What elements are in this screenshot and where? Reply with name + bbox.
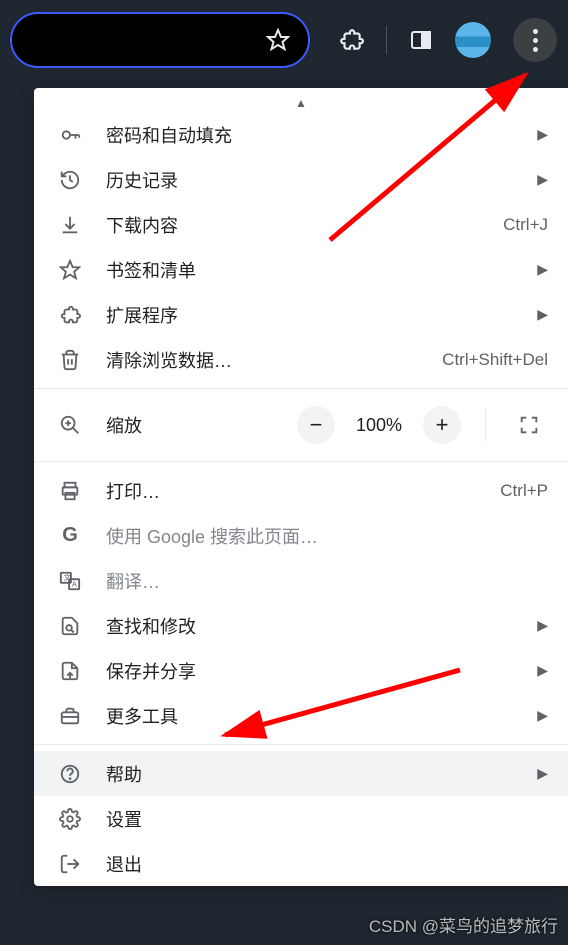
menu-item-passwords[interactable]: 密码和自动填充 ▶	[34, 112, 568, 157]
submenu-arrow-icon: ▶	[537, 662, 548, 679]
more-menu-button[interactable]	[513, 18, 557, 62]
menu-label: 更多工具	[106, 703, 501, 729]
menu-label: 帮助	[106, 761, 501, 787]
menu-item-extensions[interactable]: 扩展程序 ▶	[34, 292, 568, 337]
fullscreen-button[interactable]	[510, 406, 548, 444]
menu-item-history[interactable]: 历史记录 ▶	[34, 157, 568, 202]
menu-shortcut: Ctrl+Shift+Del	[442, 350, 548, 370]
menu-item-settings[interactable]: 设置	[34, 796, 568, 841]
exit-icon	[58, 852, 82, 876]
menu-label: 扩展程序	[106, 302, 501, 328]
menu-label: 翻译…	[106, 568, 548, 594]
svg-text:文: 文	[64, 573, 72, 582]
menu-item-bookmarks[interactable]: 书签和清单 ▶	[34, 247, 568, 292]
chrome-main-menu: ▲ 密码和自动填充 ▶ 历史记录 ▶ 下载内容 Ctrl+J 书签和清单 ▶ 扩…	[34, 88, 568, 886]
submenu-arrow-icon: ▶	[537, 261, 548, 278]
menu-item-print[interactable]: 打印… Ctrl+P	[34, 468, 568, 513]
svg-text:A: A	[72, 579, 77, 588]
menu-item-downloads[interactable]: 下载内容 Ctrl+J	[34, 202, 568, 247]
download-icon	[58, 213, 82, 237]
toolbar-separator	[386, 26, 387, 54]
menu-item-save-share[interactable]: 保存并分享 ▶	[34, 648, 568, 693]
zoom-in-icon	[58, 413, 82, 437]
menu-item-more-tools[interactable]: 更多工具 ▶	[34, 693, 568, 738]
menu-item-exit[interactable]: 退出	[34, 841, 568, 886]
menu-label: 书签和清单	[106, 257, 501, 283]
submenu-arrow-icon: ▶	[537, 617, 548, 634]
menu-label: 查找和修改	[106, 613, 501, 639]
translate-icon: 文A	[58, 569, 82, 593]
toolbar-actions	[338, 18, 557, 62]
star-icon	[58, 258, 82, 282]
omnibox[interactable]	[10, 12, 310, 68]
bookmark-star-icon[interactable]	[266, 28, 290, 52]
menu-item-translate[interactable]: 文A 翻译…	[34, 558, 568, 603]
toolbox-icon	[58, 704, 82, 728]
menu-label: 打印…	[106, 478, 476, 504]
menu-divider	[34, 744, 568, 745]
menu-label: 退出	[106, 851, 548, 877]
file-share-icon	[58, 659, 82, 683]
menu-item-zoom: 缩放 − 100% +	[34, 395, 568, 455]
gear-icon	[58, 807, 82, 831]
menu-label: 密码和自动填充	[106, 122, 501, 148]
menu-divider	[34, 388, 568, 389]
key-icon	[58, 123, 82, 147]
watermark-text: CSDN @菜鸟的追梦旅行	[369, 912, 558, 937]
zoom-label: 缩放	[106, 412, 273, 438]
menu-label: 清除浏览数据…	[106, 347, 418, 373]
menu-shortcut: Ctrl+J	[503, 215, 548, 235]
extensions-puzzle-icon[interactable]	[338, 27, 364, 53]
menu-item-help[interactable]: 帮助 ▶	[34, 751, 568, 796]
menu-item-clear-data[interactable]: 清除浏览数据… Ctrl+Shift+Del	[34, 337, 568, 382]
zoom-in-button[interactable]: +	[423, 406, 461, 444]
browser-topbar	[0, 0, 568, 80]
history-icon	[58, 168, 82, 192]
zoom-separator	[485, 409, 486, 441]
profile-avatar[interactable]	[455, 22, 491, 58]
zoom-out-button[interactable]: −	[297, 406, 335, 444]
menu-item-search-page[interactable]: G 使用 Google 搜索此页面…	[34, 513, 568, 558]
zoom-value: 100%	[351, 415, 407, 436]
submenu-arrow-icon: ▶	[537, 171, 548, 188]
help-icon	[58, 762, 82, 786]
menu-label: 下载内容	[106, 212, 479, 238]
google-icon: G	[58, 524, 82, 548]
trash-icon	[58, 348, 82, 372]
submenu-arrow-icon: ▶	[537, 765, 548, 782]
menu-label: 保存并分享	[106, 658, 501, 684]
puzzle-icon	[58, 303, 82, 327]
menu-scroll-up-icon[interactable]: ▲	[34, 96, 568, 112]
side-panel-icon[interactable]	[409, 28, 433, 52]
submenu-arrow-icon: ▶	[537, 707, 548, 724]
menu-label: 历史记录	[106, 167, 501, 193]
menu-label: 设置	[106, 806, 548, 832]
menu-divider	[34, 461, 568, 462]
menu-shortcut: Ctrl+P	[500, 481, 548, 501]
submenu-arrow-icon: ▶	[537, 126, 548, 143]
submenu-arrow-icon: ▶	[537, 306, 548, 323]
print-icon	[58, 479, 82, 503]
menu-label: 使用 Google 搜索此页面…	[106, 523, 548, 549]
find-in-page-icon	[58, 614, 82, 638]
menu-item-find-edit[interactable]: 查找和修改 ▶	[34, 603, 568, 648]
